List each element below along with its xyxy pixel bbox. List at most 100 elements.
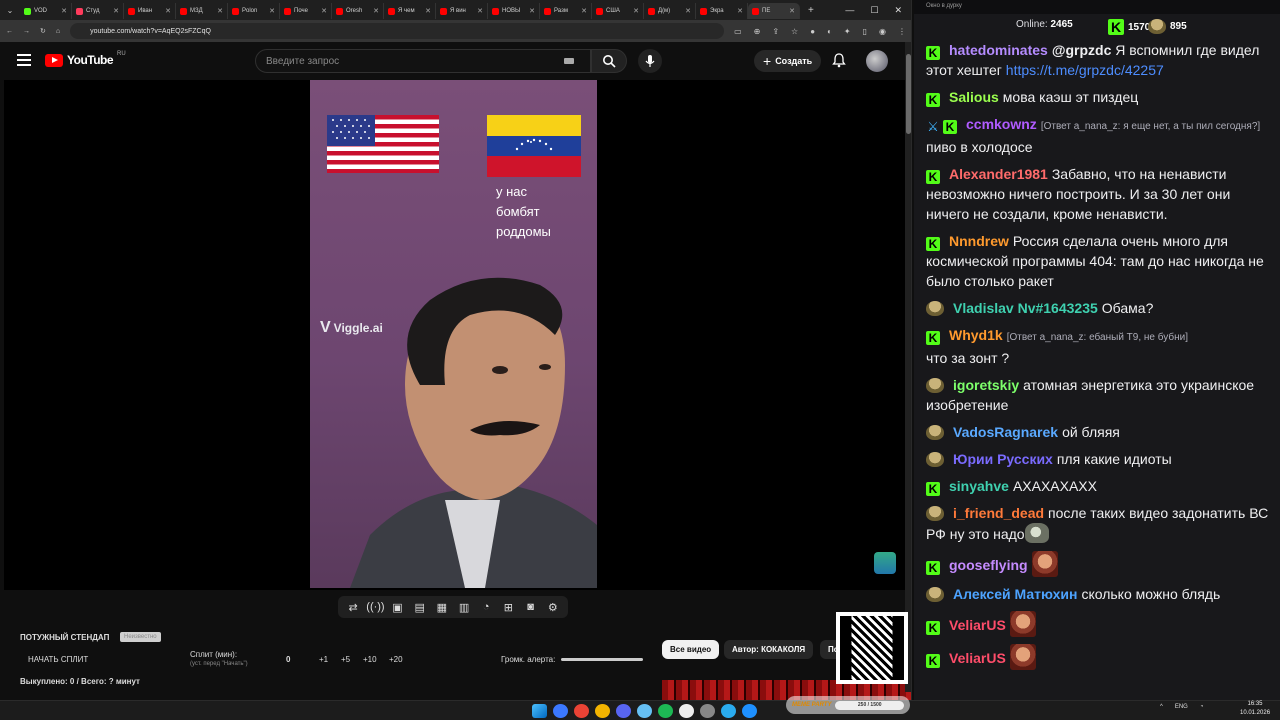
tab-close-icon[interactable]: ✕	[113, 7, 119, 15]
tab-close-icon[interactable]: ✕	[477, 7, 483, 15]
player-control-icon[interactable]: ⊞	[499, 601, 517, 614]
extension-icon[interactable]: ◐	[827, 27, 832, 36]
create-button[interactable]: + Создать	[754, 50, 822, 72]
avatar[interactable]	[866, 50, 888, 72]
close-icon[interactable]: ✕	[894, 5, 902, 16]
browser-tab[interactable]: Экра ✕	[696, 3, 748, 19]
player-control-icon[interactable]: ⚙	[544, 601, 562, 614]
chat-username[interactable]: VeliarUS	[949, 650, 1006, 666]
player-control-icon[interactable]: ▣	[388, 601, 406, 614]
chat-username[interactable]: i_friend_dead	[953, 505, 1044, 521]
player-control-icon[interactable]: ▤	[411, 601, 429, 614]
browser-tab[interactable]: Поче ✕	[280, 3, 332, 19]
player-control-icon[interactable]: ◔	[477, 601, 495, 613]
chat-username[interactable]: igoretskiy	[953, 377, 1019, 393]
browser-tab[interactable]: Polon ✕	[228, 3, 280, 19]
browser-tab[interactable]: Я вин ✕	[436, 3, 488, 19]
back-icon[interactable]: ←	[6, 28, 13, 35]
video-player[interactable]: у нас бомбят роддомы V Viggle.ai	[4, 80, 906, 590]
minimize-icon[interactable]: —	[845, 5, 854, 16]
author-chip[interactable]: Автор: КОКАКОЛЯ	[724, 640, 814, 659]
menu-dots-icon[interactable]: ⋮	[898, 27, 906, 36]
tab-close-icon[interactable]: ✕	[269, 7, 275, 15]
voice-search-button[interactable]	[638, 49, 662, 73]
chat-username[interactable]: Nnndrew	[949, 233, 1009, 249]
chat-username[interactable]: VadosRagnarek	[953, 424, 1058, 440]
share-icon[interactable]: ⇪	[772, 27, 779, 36]
chat-username[interactable]: sinyahve	[949, 478, 1009, 494]
chat-username[interactable]: Юрии Русских	[953, 451, 1053, 467]
chat-username[interactable]: Alexander1981	[949, 166, 1048, 182]
chat-username[interactable]: gooseflying	[949, 557, 1028, 573]
browser-tab[interactable]: Я чем ✕	[384, 3, 436, 19]
windows-start-icon[interactable]	[532, 704, 547, 718]
browser-tab[interactable]: НОВЫ ✕	[488, 3, 540, 19]
browser-tab[interactable]: VOD ✕	[20, 3, 72, 19]
clock[interactable]: 16:35 10.01.2026	[1240, 700, 1270, 718]
taskbar-app-icon[interactable]	[679, 704, 694, 718]
browser-tab[interactable]: США ✕	[592, 3, 644, 19]
browser-tab[interactable]: Oresh ✕	[332, 3, 384, 19]
tab-close-icon[interactable]: ✕	[529, 7, 535, 15]
chat-username[interactable]: Алексей Матюхин	[953, 586, 1077, 602]
chat-username[interactable]: VeliarUS	[949, 617, 1006, 633]
taskbar-app-icon[interactable]	[637, 704, 652, 718]
language-indicator[interactable]: ENG	[1175, 704, 1188, 710]
taskbar-app-icon[interactable]	[721, 704, 736, 718]
taskbar-app-icon[interactable]	[658, 704, 673, 718]
guide-menu-icon[interactable]	[17, 54, 31, 66]
sidebar-icon[interactable]: ▯	[863, 27, 867, 36]
taskbar-app-icon[interactable]	[700, 704, 715, 718]
browser-tab[interactable]: Студ ✕	[72, 3, 124, 19]
taskbar-app-icon[interactable]	[553, 704, 568, 718]
scrollbar-thumb[interactable]	[906, 54, 911, 134]
add-5-button[interactable]: +5	[341, 655, 350, 664]
player-control-icon[interactable]: ▥	[455, 601, 473, 614]
tab-close-icon[interactable]: ✕	[321, 7, 327, 15]
extension-icon[interactable]: ●	[810, 27, 815, 36]
taskbar-app-icon[interactable]	[616, 704, 631, 718]
tab-close-icon[interactable]: ✕	[581, 7, 587, 15]
notifications-bell-icon[interactable]	[832, 53, 846, 73]
browser-tab[interactable]: Д(м) ✕	[644, 3, 696, 19]
tab-close-icon[interactable]: ✕	[61, 7, 67, 15]
tab-close-icon[interactable]: ✕	[789, 7, 795, 15]
cast-icon[interactable]: ▭	[734, 27, 742, 36]
tab-close-icon[interactable]: ✕	[633, 7, 639, 15]
browser-tab[interactable]: МЗД ✕	[176, 3, 228, 19]
add-20-button[interactable]: +20	[389, 655, 403, 664]
start-split-button[interactable]: НАЧАТЬ СПЛИТ	[28, 655, 88, 664]
reload-icon[interactable]: ↻	[40, 27, 46, 35]
player-control-icon[interactable]: ⇄	[344, 601, 362, 614]
tab-search-icon[interactable]: ⌄	[0, 6, 20, 15]
chat-username[interactable]: Salious	[949, 89, 999, 105]
browser-tab[interactable]: Иван ✕	[124, 3, 176, 19]
all-videos-chip[interactable]: Все видео	[662, 640, 720, 659]
page-scrollbar[interactable]	[905, 42, 911, 692]
tab-close-icon[interactable]: ✕	[425, 7, 431, 15]
tab-close-icon[interactable]: ✕	[373, 7, 379, 15]
url-field[interactable]: youtube.com/watch?v=AqEQ2sFZCqQ	[70, 23, 725, 39]
keyboard-icon[interactable]	[564, 58, 574, 64]
add-10-button[interactable]: +10	[363, 655, 377, 664]
profile-icon[interactable]: ◉	[879, 27, 886, 36]
new-tab-button[interactable]: +	[808, 5, 814, 16]
chat-username[interactable]: Whyd1k	[949, 327, 1003, 343]
player-control-icon[interactable]: ▦	[433, 601, 451, 614]
youtube-logo[interactable]: YouTube RU	[45, 51, 126, 67]
alert-volume-slider[interactable]	[561, 658, 643, 661]
taskbar-app-icon[interactable]	[574, 704, 589, 718]
tab-close-icon[interactable]: ✕	[737, 7, 743, 15]
forward-icon[interactable]: →	[23, 28, 30, 35]
tab-close-icon[interactable]: ✕	[217, 7, 223, 15]
tab-close-icon[interactable]: ✕	[165, 7, 171, 15]
search-button[interactable]	[591, 49, 627, 73]
player-control-icon[interactable]: ((·))	[366, 601, 384, 613]
add-1-button[interactable]: +1	[319, 655, 328, 664]
chat-username[interactable]: hatedominates	[949, 42, 1048, 58]
extensions-puzzle-icon[interactable]: ✦	[844, 27, 851, 36]
taskbar-app-icon[interactable]	[595, 704, 610, 718]
network-icon[interactable]: ◔	[1200, 704, 1204, 710]
tray-chevron-icon[interactable]: ^	[1160, 704, 1163, 710]
search-input[interactable]	[266, 55, 556, 67]
